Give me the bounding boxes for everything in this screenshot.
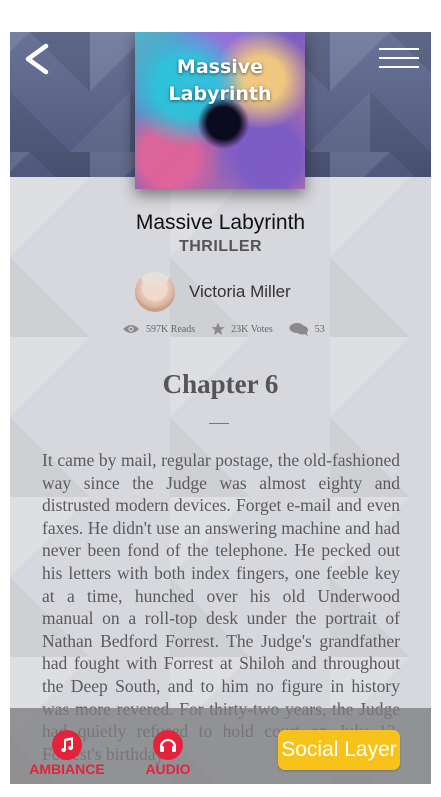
chapter-divider xyxy=(209,423,229,424)
audio-button[interactable]: AUDIO xyxy=(128,730,208,777)
music-note-icon xyxy=(52,730,82,760)
ambiance-label: AMBIANCE xyxy=(29,761,105,777)
reads-count: 597K Reads xyxy=(146,323,196,335)
hamburger-icon xyxy=(379,48,419,68)
menu-button[interactable] xyxy=(379,48,419,72)
author-avatar[interactable] xyxy=(135,272,175,312)
book-cover[interactable]: Massive Labyrinth xyxy=(135,32,305,189)
book-details-panel: Massive Labyrinth THRILLER Victoria Mill… xyxy=(10,177,431,784)
book-stats: 597K Reads 23K Votes 53 xyxy=(122,322,335,336)
author-row[interactable]: Victoria Miller xyxy=(135,271,291,313)
star-icon xyxy=(211,322,225,335)
audio-label: AUDIO xyxy=(145,761,191,777)
chevron-left-icon xyxy=(25,43,49,75)
social-layer-button[interactable]: Social Layer xyxy=(278,730,400,770)
chapter-title: Chapter 6 xyxy=(162,369,279,399)
cover-title-line2: Labyrinth xyxy=(168,83,272,105)
stat-reads: 597K Reads xyxy=(122,323,195,335)
stat-comments: 53 xyxy=(289,322,325,336)
back-button[interactable] xyxy=(22,42,56,76)
book-genre: THRILLER xyxy=(178,238,263,255)
cover-title: Massive Labyrinth xyxy=(135,54,305,108)
comments-icon xyxy=(289,323,308,336)
votes-count: 23K Votes xyxy=(231,323,273,335)
comments-count: 53 xyxy=(314,323,325,335)
app-frame: Massive Labyrinth Massive Labyrinth THRI… xyxy=(10,32,431,784)
headphones-icon xyxy=(153,730,183,760)
ambiance-button[interactable]: AMBIANCE xyxy=(27,730,107,777)
stat-votes: 23K Votes xyxy=(211,322,273,336)
author-name[interactable]: Victoria Miller xyxy=(189,282,291,302)
cover-title-line1: Massive xyxy=(176,56,264,78)
eye-icon xyxy=(123,325,139,333)
bottom-action-bar: AMBIANCE AUDIO Social Layer xyxy=(10,708,431,784)
book-title: Massive Labyrinth xyxy=(135,211,306,234)
